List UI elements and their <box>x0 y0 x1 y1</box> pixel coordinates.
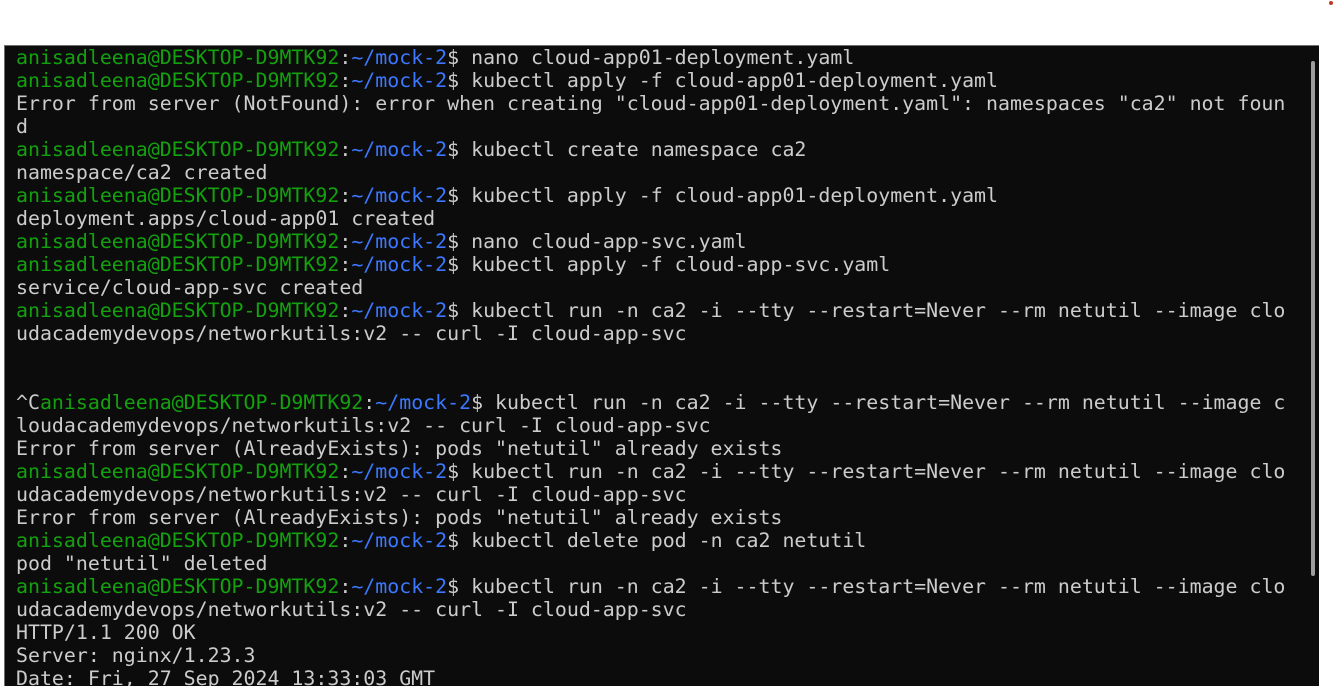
prompt-user: anisadleena@DESKTOP-D9MTK92 <box>16 230 340 253</box>
prompt-user: anisadleena@DESKTOP-D9MTK92 <box>16 253 340 276</box>
terminal-text: $ kubectl run -n ca2 -i --tty --restart=… <box>447 575 1286 598</box>
terminal-line: deployment.apps/cloud-app01 created <box>16 207 1285 230</box>
terminal-text: $ kubectl create namespace ca2 <box>447 138 807 161</box>
terminal-text: Error from server (NotFound): error when… <box>16 92 1286 115</box>
top-blank-area <box>0 0 1335 45</box>
prompt-user: anisadleena@DESKTOP-D9MTK92 <box>16 460 340 483</box>
terminal-line: Server: nginx/1.23.3 <box>16 644 1285 667</box>
screen: anisadleena@DESKTOP-D9MTK92:~/mock-2$ na… <box>0 0 1335 686</box>
terminal-text: $ nano cloud-app01-deployment.yaml <box>447 46 855 69</box>
prompt-user: anisadleena@DESKTOP-D9MTK92 <box>16 69 340 92</box>
terminal-text: : <box>339 230 352 253</box>
terminal-line: Error from server (NotFound): error when… <box>16 92 1285 115</box>
terminal-line: udacademydevops/networkutils:v2 -- curl … <box>16 483 1285 506</box>
terminal-line: anisadleena@DESKTOP-D9MTK92:~/mock-2$ ku… <box>16 138 1285 161</box>
terminal-text: loudacademydevops/networkutils:v2 -- cur… <box>16 414 711 437</box>
terminal-text: udacademydevops/networkutils:v2 -- curl … <box>16 483 687 506</box>
notification-dot-icon <box>1329 1 1333 5</box>
terminal-text: service/cloud-app-svc created <box>16 276 364 299</box>
prompt-path: ~/mock-2 <box>351 253 448 276</box>
terminal-text: : <box>339 460 352 483</box>
terminal-text: : <box>339 529 352 552</box>
terminal-text: : <box>339 253 352 276</box>
prompt-path: ~/mock-2 <box>351 230 448 253</box>
terminal-line: anisadleena@DESKTOP-D9MTK92:~/mock-2$ ku… <box>16 575 1285 598</box>
terminal-text: deployment.apps/cloud-app01 created <box>16 207 436 230</box>
terminal-line: anisadleena@DESKTOP-D9MTK92:~/mock-2$ na… <box>16 230 1285 253</box>
terminal-line: service/cloud-app-svc created <box>16 276 1285 299</box>
terminal-line: ^Canisadleena@DESKTOP-D9MTK92:~/mock-2$ … <box>16 391 1285 414</box>
terminal-line: anisadleena@DESKTOP-D9MTK92:~/mock-2$ ku… <box>16 253 1285 276</box>
prompt-path: ~/mock-2 <box>351 529 448 552</box>
terminal-text: Date: Fri, 27 Sep 2024 13:33:03 GMT <box>16 667 436 686</box>
terminal-output: anisadleena@DESKTOP-D9MTK92:~/mock-2$ na… <box>16 46 1285 686</box>
terminal-line: anisadleena@DESKTOP-D9MTK92:~/mock-2$ ku… <box>16 299 1285 322</box>
terminal-text: Error from server (AlreadyExists): pods … <box>16 437 783 460</box>
terminal-text: $ kubectl run -n ca2 -i --tty --restart=… <box>447 460 1286 483</box>
terminal-text: d <box>16 115 28 138</box>
terminal-text: : <box>339 184 352 207</box>
prompt-path: ~/mock-2 <box>351 46 448 69</box>
terminal-text: pod "netutil" deleted <box>16 552 268 575</box>
prompt-user: anisadleena@DESKTOP-D9MTK92 <box>16 138 340 161</box>
terminal-text: : <box>339 575 352 598</box>
terminal-text: : <box>363 391 376 414</box>
prompt-user: anisadleena@DESKTOP-D9MTK92 <box>16 575 340 598</box>
prompt-path: ~/mock-2 <box>351 460 448 483</box>
terminal-line: Date: Fri, 27 Sep 2024 13:33:03 GMT <box>16 667 1285 686</box>
terminal-text: $ kubectl run -n ca2 -i --tty --restart=… <box>471 391 1286 414</box>
terminal-text: ^C <box>16 391 40 414</box>
terminal-line: namespace/ca2 created <box>16 161 1285 184</box>
terminal-line: anisadleena@DESKTOP-D9MTK92:~/mock-2$ ku… <box>16 529 1285 552</box>
terminal-text: $ kubectl run -n ca2 -i --tty --restart=… <box>447 299 1286 322</box>
terminal-line: anisadleena@DESKTOP-D9MTK92:~/mock-2$ na… <box>16 46 1285 69</box>
terminal-text: HTTP/1.1 200 OK <box>16 621 196 644</box>
prompt-user: anisadleena@DESKTOP-D9MTK92 <box>16 299 340 322</box>
terminal-text: $ kubectl apply -f cloud-app01-deploymen… <box>447 184 998 207</box>
terminal-text: : <box>339 138 352 161</box>
terminal-text: udacademydevops/networkutils:v2 -- curl … <box>16 598 687 621</box>
prompt-path: ~/mock-2 <box>351 575 448 598</box>
terminal-text: $ kubectl apply -f cloud-app01-deploymen… <box>447 69 998 92</box>
terminal-line: loudacademydevops/networkutils:v2 -- cur… <box>16 414 1285 437</box>
prompt-user: anisadleena@DESKTOP-D9MTK92 <box>16 184 340 207</box>
prompt-user: anisadleena@DESKTOP-D9MTK92 <box>39 391 364 414</box>
terminal-line: anisadleena@DESKTOP-D9MTK92:~/mock-2$ ku… <box>16 184 1285 207</box>
prompt-path: ~/mock-2 <box>375 391 472 414</box>
terminal-scrollbar[interactable] <box>1311 61 1315 576</box>
right-edge <box>1319 45 1335 686</box>
terminal-text: $ nano cloud-app-svc.yaml <box>447 230 747 253</box>
terminal-line: anisadleena@DESKTOP-D9MTK92:~/mock-2$ ku… <box>16 69 1285 92</box>
terminal-line: anisadleena@DESKTOP-D9MTK92:~/mock-2$ ku… <box>16 460 1285 483</box>
terminal-line: Error from server (AlreadyExists): pods … <box>16 506 1285 529</box>
terminal-text: $ kubectl delete pod -n ca2 netutil <box>447 529 867 552</box>
terminal-line: d <box>16 115 1285 138</box>
terminal-text: Server: nginx/1.23.3 <box>16 644 256 667</box>
prompt-path: ~/mock-2 <box>351 69 448 92</box>
prompt-path: ~/mock-2 <box>351 299 448 322</box>
terminal-text: : <box>339 299 352 322</box>
prompt-path: ~/mock-2 <box>351 184 448 207</box>
prompt-user: anisadleena@DESKTOP-D9MTK92 <box>16 46 340 69</box>
terminal-text: $ kubectl apply -f cloud-app-svc.yaml <box>447 253 891 276</box>
terminal-window[interactable]: anisadleena@DESKTOP-D9MTK92:~/mock-2$ na… <box>4 45 1319 686</box>
terminal-line: Error from server (AlreadyExists): pods … <box>16 437 1285 460</box>
terminal-line: udacademydevops/networkutils:v2 -- curl … <box>16 598 1285 621</box>
terminal-text: : <box>339 46 352 69</box>
terminal-line: HTTP/1.1 200 OK <box>16 621 1285 644</box>
prompt-user: anisadleena@DESKTOP-D9MTK92 <box>16 529 340 552</box>
terminal-text: : <box>339 69 352 92</box>
terminal-text: Error from server (AlreadyExists): pods … <box>16 506 783 529</box>
terminal-line: pod "netutil" deleted <box>16 552 1285 575</box>
prompt-path: ~/mock-2 <box>351 138 448 161</box>
terminal-text: udacademydevops/networkutils:v2 -- curl … <box>16 322 687 345</box>
terminal-line: udacademydevops/networkutils:v2 -- curl … <box>16 322 1285 345</box>
terminal-text: namespace/ca2 created <box>16 161 268 184</box>
